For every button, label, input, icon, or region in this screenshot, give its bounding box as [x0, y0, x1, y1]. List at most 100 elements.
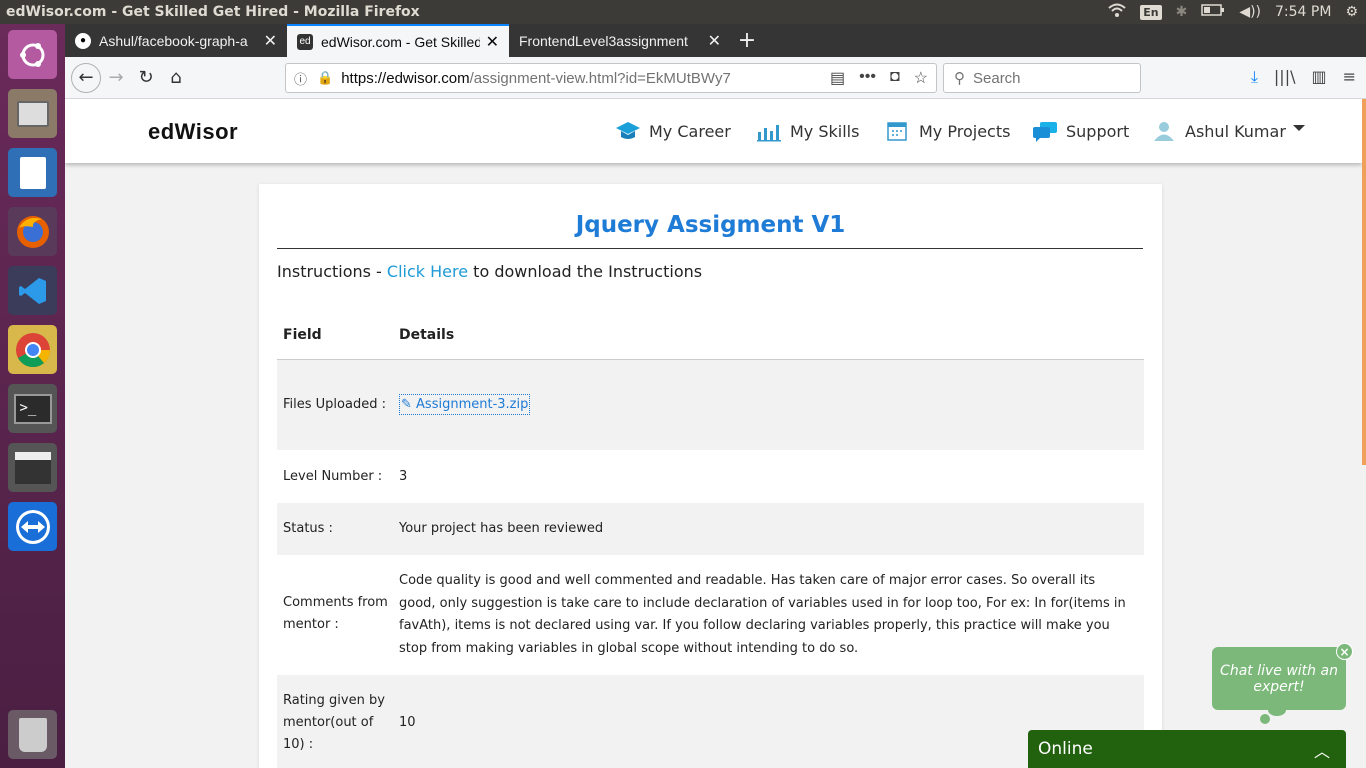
clock[interactable]: 7:54 PM [1275, 4, 1331, 20]
nav-label: My Skills [790, 121, 860, 141]
new-tab-button[interactable]: + [731, 24, 763, 57]
battery-icon[interactable] [1201, 4, 1225, 20]
chevron-down-icon[interactable] [1293, 125, 1305, 131]
tab-github[interactable]: ● Ashul/facebook-graph-a ✕ [65, 24, 287, 57]
level-label: Level Number : [283, 469, 383, 484]
system-tray: En ✱ ◀)) 7:54 PM ⚙ [1108, 0, 1358, 24]
info-icon[interactable]: ⓘ [294, 69, 307, 88]
chat-bubble-tail [1268, 704, 1286, 716]
wifi-icon[interactable] [1108, 3, 1126, 21]
url-bar[interactable]: ⓘ 🔒 https://edwisor.com/assignment-view.… [285, 63, 937, 93]
chat-invite-bubble[interactable]: Chat live with an expert! [1212, 647, 1346, 710]
download-icon[interactable]: ⤓ [1251, 67, 1258, 87]
bar-chart-icon [756, 120, 782, 142]
instructions-download-link[interactable]: Click Here [387, 262, 468, 281]
volume-icon[interactable]: ◀)) [1239, 4, 1261, 20]
writer-icon[interactable] [8, 148, 57, 197]
reader-view-icon[interactable]: ▤ [830, 68, 845, 88]
status-value: Your project has been reviewed [399, 521, 604, 536]
keyboard-language[interactable]: En [1140, 4, 1162, 20]
ubuntu-dash-icon[interactable] [8, 30, 57, 79]
reload-button[interactable]: ↻ [131, 63, 161, 93]
status-label: Status : [283, 521, 333, 536]
page-actions-icon[interactable]: ••• [859, 68, 876, 88]
table-row-level: Level Number : 3 [277, 450, 1144, 503]
bluetooth-icon[interactable]: ✱ [1176, 4, 1188, 20]
launcher: >_ [0, 24, 65, 768]
nav-my-projects[interactable]: My Projects [885, 99, 1010, 163]
nav-user-menu[interactable]: Ashul Kumar [1151, 99, 1286, 163]
comments-value: Code quality is good and well commented … [399, 573, 1126, 656]
video-editor-icon[interactable] [8, 443, 57, 492]
site-header: edWisor My Career My Skills My Projects … [65, 99, 1362, 163]
tab-title: edWisor.com - Get Skilled [321, 33, 480, 50]
title-divider [277, 248, 1143, 249]
library-icon[interactable]: |||\ [1274, 67, 1296, 87]
menu-icon[interactable]: ≡ [1343, 67, 1356, 87]
close-icon[interactable]: × [1336, 643, 1353, 660]
files-label: Files Uploaded : [283, 397, 386, 412]
url-host: https://edwisor.com [341, 69, 470, 87]
terminal-icon[interactable]: >_ [8, 384, 57, 433]
trash-icon[interactable] [8, 710, 57, 759]
url-path: /assignment-view.html?id=EkMUtBWy7 [469, 69, 731, 87]
nav-my-skills[interactable]: My Skills [756, 99, 859, 163]
settings-gear-icon[interactable]: ⚙ [1345, 4, 1358, 20]
close-tab-icon[interactable]: ✕ [708, 31, 721, 51]
level-value: 3 [399, 469, 408, 484]
bookmark-star-icon[interactable]: ☆ [914, 68, 928, 88]
live-chat-bar[interactable]: Online ︿ [1028, 730, 1346, 768]
chrome-icon[interactable] [8, 325, 57, 374]
chevron-up-icon[interactable]: ︿ [1314, 738, 1330, 762]
tab-frontend-level3[interactable]: FrontendLevel3assignment ✕ [509, 24, 731, 57]
tab-title: Ashul/facebook-graph-a [99, 32, 248, 49]
table-row-comments: Comments from mentor : Code quality is g… [277, 555, 1144, 675]
nav-label: My Career [649, 121, 731, 141]
assignment-card: Jquery Assigment V1 Instructions - Click… [259, 184, 1162, 768]
comments-label: Comments from mentor : [283, 595, 388, 632]
table-row-files: Files Uploaded : ✎ Assignment-3.zip [277, 360, 1144, 450]
site-logo[interactable]: edWisor [148, 119, 238, 145]
file-download-link[interactable]: ✎ Assignment-3.zip [399, 394, 531, 415]
user-avatar-icon [1151, 120, 1177, 142]
column-header-field: Field [283, 327, 322, 343]
chat-bubble-tail-small [1260, 714, 1270, 724]
pocket-icon[interactable]: ◘ [890, 68, 900, 88]
firefox-icon[interactable] [8, 207, 57, 256]
home-button[interactable]: ⌂ [161, 63, 191, 93]
table-row-rating: Rating given by mentor(out of 10) : 10 [277, 675, 1144, 768]
nav-label: My Projects [919, 121, 1011, 141]
sidebar-icon[interactable]: ▥ [1311, 67, 1326, 87]
nav-my-career[interactable]: My Career [615, 99, 731, 163]
user-name: Ashul Kumar [1185, 121, 1286, 141]
close-tab-icon[interactable]: ✕ [264, 31, 277, 51]
back-button[interactable]: ← [71, 62, 101, 93]
lock-icon: 🔒 [317, 70, 334, 85]
forward-button[interactable]: → [101, 63, 131, 93]
vscode-icon[interactable] [8, 266, 57, 315]
table-row-status: Status : Your project has been reviewed [277, 503, 1144, 555]
column-header-details: Details [399, 327, 455, 343]
chat-status: Online [1038, 739, 1093, 759]
close-tab-icon[interactable]: ✕ [486, 32, 499, 52]
calendar-icon [885, 120, 911, 142]
rating-value: 10 [399, 715, 416, 730]
navigation-toolbar: ← → ↻ ⌂ ⓘ 🔒 https://edwisor.com/assignme… [65, 57, 1366, 99]
files-icon[interactable] [8, 89, 57, 138]
github-icon: ● [75, 32, 91, 49]
table-header-row: Field Details [277, 314, 1144, 360]
tab-edwisor[interactable]: ed edWisor.com - Get Skilled ✕ [287, 24, 509, 57]
teamviewer-icon[interactable] [8, 502, 57, 551]
search-icon: ⚲ [954, 70, 965, 87]
graduation-cap-icon [615, 120, 641, 142]
page-scrollbar[interactable] [1362, 99, 1366, 465]
instructions-suffix: to download the Instructions [468, 262, 703, 281]
rating-label: Rating given by mentor(out of 10) : [283, 693, 385, 752]
nav-support[interactable]: Support [1032, 99, 1129, 163]
instructions-line: Instructions - Click Here to download th… [277, 262, 702, 281]
os-top-bar: edWisor.com - Get Skilled Get Hired - Mo… [0, 0, 1366, 24]
page-content: edWisor My Career My Skills My Projects … [65, 99, 1362, 768]
chat-bubbles-icon [1032, 120, 1058, 142]
tab-strip: ● Ashul/facebook-graph-a ✕ ed edWisor.co… [65, 24, 1366, 57]
search-bar[interactable]: ⚲ Search [943, 63, 1141, 93]
